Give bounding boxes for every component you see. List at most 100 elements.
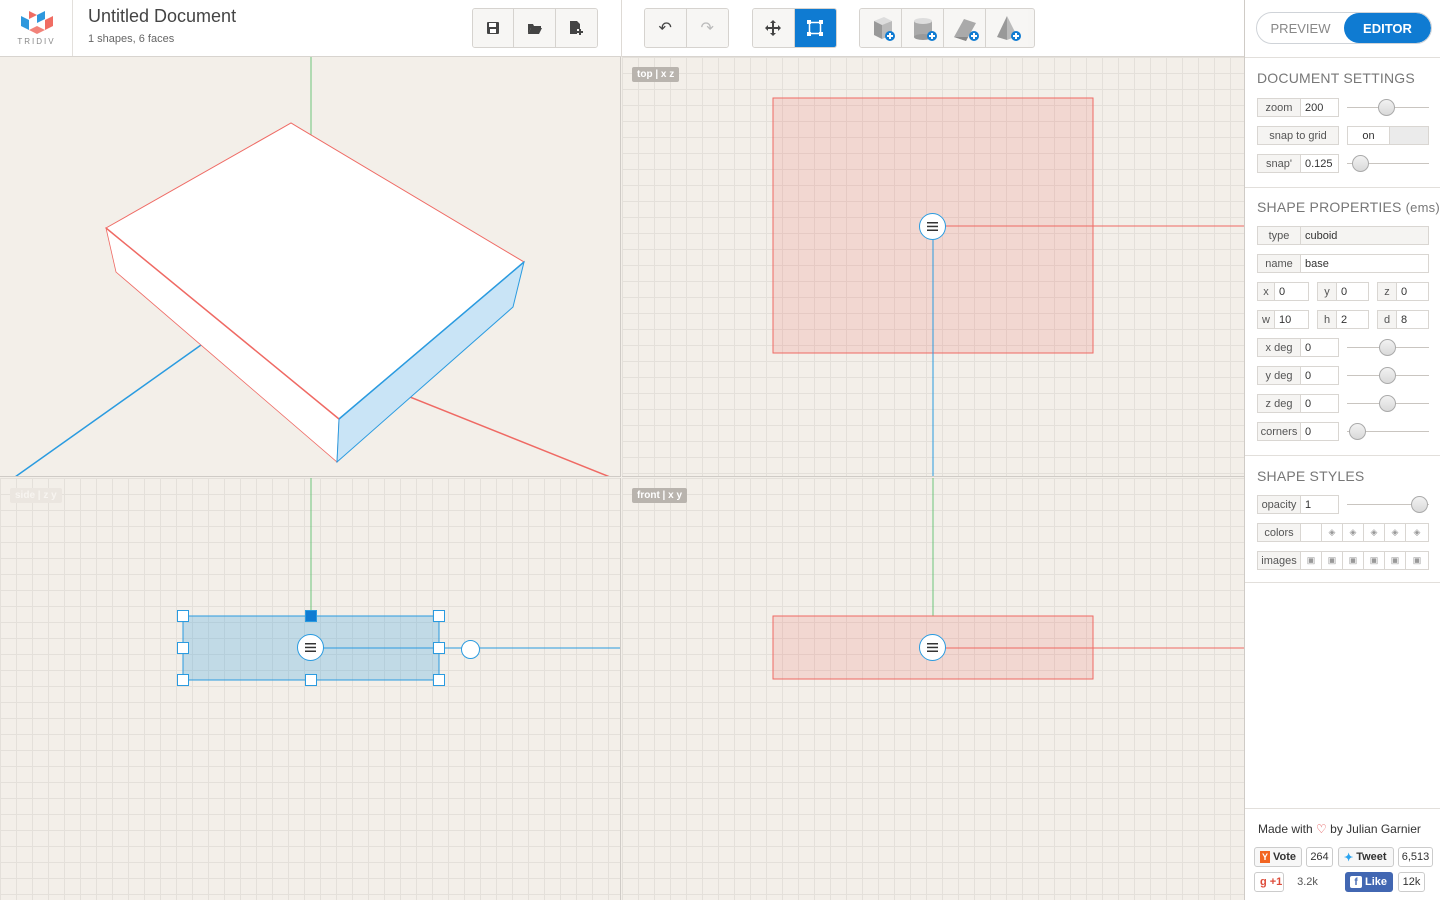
opacity-input[interactable]: 1 (1301, 495, 1339, 514)
y-deg-input[interactable]: 0 (1301, 366, 1339, 385)
slider-knob[interactable] (1379, 367, 1396, 384)
add-cuboid-button[interactable] (860, 9, 902, 47)
shape-handle-side[interactable] (297, 634, 324, 661)
resize-handle[interactable] (305, 610, 317, 622)
properties-sidebar: PREVIEW EDITOR DOCUMENT SETTINGS zoom 20… (1244, 0, 1440, 900)
editor-tab[interactable]: EDITOR (1344, 13, 1431, 43)
front-viewport[interactable]: front | x y (622, 478, 1244, 900)
corners-input[interactable]: 0 (1301, 422, 1339, 441)
snap-step-input[interactable]: 0.125 (1301, 154, 1339, 173)
perspective-viewport[interactable] (0, 57, 621, 477)
slider-knob[interactable] (1379, 339, 1396, 356)
side-view-scene (182, 478, 620, 681)
slider-knob[interactable] (1349, 423, 1366, 440)
resize-handle[interactable] (177, 642, 189, 654)
document-summary: 1 shapes, 6 faces (88, 33, 175, 45)
add-prism-button[interactable] (944, 9, 986, 47)
section-title: SHAPE PROPERTIES (ems) (1257, 199, 1440, 215)
side-viewport[interactable]: side | z y (0, 478, 621, 900)
move-tool-button[interactable] (753, 9, 795, 47)
zoom-slider[interactable] (1347, 98, 1429, 117)
add-cylinder-button[interactable] (902, 9, 944, 47)
opacity-label: opacity (1257, 495, 1301, 514)
resize-handle[interactable] (305, 674, 317, 686)
snap-on[interactable]: on (1348, 127, 1389, 144)
front-view-scene (772, 478, 1244, 680)
opacity-slider[interactable] (1347, 495, 1429, 514)
color-swatch-empty[interactable] (1301, 523, 1322, 542)
open-button[interactable] (514, 9, 556, 47)
paint-bucket-icon[interactable]: ◈ (1364, 523, 1385, 542)
image-icon[interactable]: ▣ (1301, 551, 1322, 570)
paint-bucket-icon[interactable]: ◈ (1343, 523, 1364, 542)
zoom-input[interactable]: 200 (1301, 98, 1339, 117)
facebook-like-button[interactable]: f Like (1345, 872, 1393, 892)
image-icon[interactable]: ▣ (1322, 551, 1343, 570)
y-deg-slider[interactable] (1347, 366, 1429, 385)
image-icon[interactable]: ▣ (1385, 551, 1406, 570)
select-tool-button[interactable] (794, 9, 836, 47)
redo-icon: ↷ (700, 20, 714, 37)
position-row: x 0 y 0 z 0 (1257, 282, 1429, 301)
resize-handle[interactable] (433, 642, 445, 654)
shape-handle-top[interactable] (919, 213, 946, 240)
slider-knob[interactable] (1352, 155, 1369, 172)
w-input[interactable]: 10 (1275, 310, 1309, 329)
y-deg-row: y deg 0 (1257, 366, 1429, 385)
z-deg-input[interactable]: 0 (1301, 394, 1339, 413)
vote-button[interactable]: Y Vote (1254, 847, 1302, 867)
image-icon[interactable]: ▣ (1364, 551, 1385, 570)
snap-step-slider[interactable] (1347, 154, 1429, 173)
x-deg-slider[interactable] (1347, 338, 1429, 357)
corners-slider[interactable] (1347, 422, 1429, 441)
x-input[interactable]: 0 (1275, 282, 1309, 301)
snap-toggle[interactable]: on (1347, 126, 1429, 145)
colors-label: colors (1257, 523, 1301, 542)
resize-handle[interactable] (433, 674, 445, 686)
z-label: z (1377, 282, 1397, 301)
logo-text: TRIDIV (17, 37, 56, 46)
x-label: x (1257, 282, 1275, 301)
mode-toggle[interactable]: PREVIEW EDITOR (1256, 12, 1432, 44)
resize-handle[interactable] (433, 610, 445, 622)
d-input[interactable]: 8 (1397, 310, 1429, 329)
name-input[interactable]: base (1301, 254, 1429, 273)
paint-bucket-icon[interactable]: ◈ (1406, 523, 1429, 542)
add-pyramid-button[interactable] (986, 9, 1028, 47)
paint-bucket-icon[interactable]: ◈ (1322, 523, 1343, 542)
redo-button[interactable]: ↷ (686, 9, 728, 47)
slider-knob[interactable] (1378, 99, 1395, 116)
document-title[interactable]: Untitled Document (88, 6, 236, 27)
y-input[interactable]: 0 (1337, 282, 1369, 301)
rotation-handle[interactable] (461, 640, 480, 659)
gplus-label: +1 (1269, 876, 1283, 888)
d-label: d (1377, 310, 1397, 329)
paint-bucket-icon[interactable]: ◈ (1385, 523, 1406, 542)
slider-knob[interactable] (1379, 395, 1396, 412)
preview-tab[interactable]: PREVIEW (1257, 13, 1344, 43)
top-viewport[interactable]: top | x z (622, 57, 1244, 477)
app-logo[interactable]: TRIDIV (0, 0, 73, 56)
save-button[interactable] (473, 9, 515, 47)
image-icon[interactable]: ▣ (1343, 551, 1364, 570)
top-toolbar: TRIDIV Untitled Document 1 shapes, 6 fac… (0, 0, 1244, 57)
type-label: type (1257, 226, 1301, 245)
resize-handle[interactable] (177, 674, 189, 686)
image-icon[interactable]: ▣ (1406, 551, 1429, 570)
type-value: cuboid (1301, 226, 1429, 245)
shape-handle-front[interactable] (919, 634, 946, 661)
slider-knob[interactable] (1411, 496, 1428, 513)
resize-handle[interactable] (177, 610, 189, 622)
y-label: y (1317, 282, 1337, 301)
z-input[interactable]: 0 (1397, 282, 1429, 301)
snap-off[interactable] (1389, 127, 1428, 144)
undo-button[interactable]: ↶ (645, 9, 687, 47)
x-deg-input[interactable]: 0 (1301, 338, 1339, 357)
h-input[interactable]: 2 (1337, 310, 1369, 329)
toolbar-divider (621, 0, 622, 57)
author-link[interactable]: by Julian Garnier (1330, 822, 1421, 836)
new-file-button[interactable] (555, 9, 597, 47)
tweet-button[interactable]: ✦ Tweet (1338, 847, 1394, 867)
google-plus-button[interactable]: g +1 (1254, 872, 1284, 892)
z-deg-slider[interactable] (1347, 394, 1429, 413)
